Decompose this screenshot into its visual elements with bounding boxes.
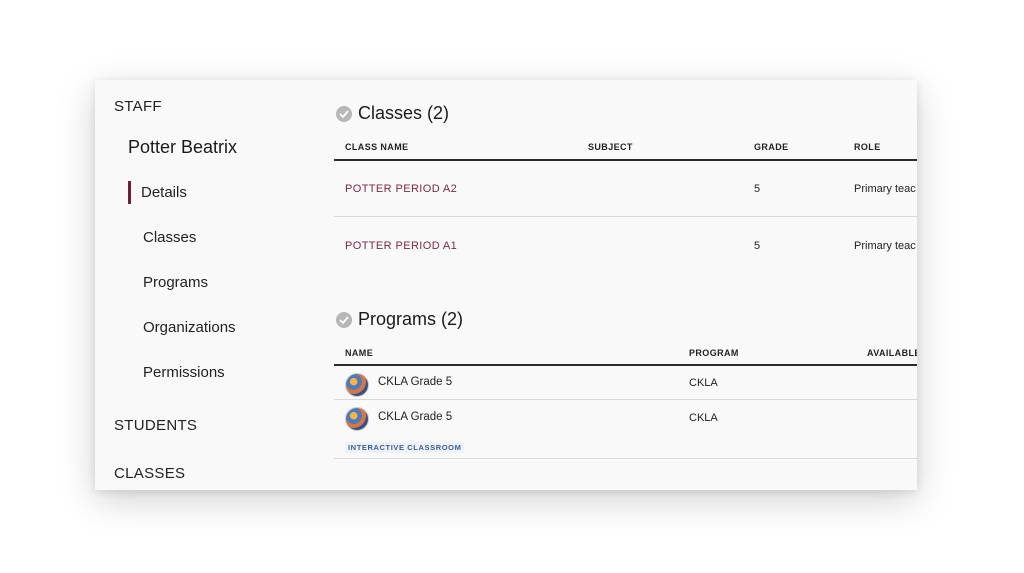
active-indicator [128, 181, 131, 204]
sidebar-section-classes[interactable]: CLASSES [114, 465, 185, 482]
sidebar-item-programs[interactable]: Programs [143, 274, 208, 291]
row-divider [334, 458, 917, 459]
class-role: Primary teac [854, 183, 916, 195]
sidebar-item-permissions[interactable]: Permissions [143, 364, 225, 381]
program-avatar [345, 407, 369, 431]
program-type: CKLA [689, 377, 718, 389]
row-divider [334, 216, 917, 217]
check-circle-icon [336, 105, 352, 122]
sidebar-item-classes[interactable]: Classes [143, 229, 196, 246]
row-divider [334, 399, 917, 400]
sidebar-item-organizations[interactable]: Organizations [143, 319, 236, 336]
main-content: Classes (2) CLASS NAME SUBJECT GRADE ROL… [334, 80, 917, 490]
staff-member-name: Potter Beatrix [128, 137, 238, 157]
column-header-name[interactable]: NAME [345, 348, 373, 358]
programs-section-title: Programs (2) [336, 309, 463, 330]
check-circle-icon [336, 311, 352, 328]
sidebar-item-details[interactable]: Details [141, 184, 187, 201]
column-header-program[interactable]: PROGRAM [689, 348, 739, 358]
app-window: STAFF Potter Beatrix Details Classes Pro… [95, 80, 917, 490]
class-name-link[interactable]: POTTER PERIOD A2 [345, 183, 457, 195]
class-grade: 5 [754, 183, 761, 195]
column-header-subject[interactable]: SUBJECT [588, 142, 633, 152]
program-type: CKLA [689, 412, 718, 424]
program-name[interactable]: CKLA Grade 5 [378, 411, 452, 423]
column-header-grade[interactable]: GRADE [754, 142, 789, 152]
column-header-role[interactable]: ROLE [854, 142, 881, 152]
program-name[interactable]: CKLA Grade 5 [378, 376, 452, 388]
programs-header-divider [334, 364, 917, 366]
sidebar-section-staff[interactable]: STAFF [114, 98, 162, 115]
column-header-available[interactable]: AVAILABLE [867, 348, 917, 358]
sidebar-section-students[interactable]: STUDENTS [114, 417, 197, 434]
sidebar: STAFF Potter Beatrix Details Classes Pro… [95, 80, 325, 490]
column-header-class-name[interactable]: CLASS NAME [345, 142, 409, 152]
class-role: Primary teac [854, 240, 916, 252]
classes-title-text: Classes (2) [358, 103, 450, 123]
class-name-link[interactable]: POTTER PERIOD A1 [345, 240, 457, 252]
classes-section-title: Classes (2) [336, 103, 449, 124]
program-avatar [345, 373, 369, 397]
programs-title-text: Programs (2) [358, 309, 464, 329]
interactive-classroom-badge: INTERACTIVE CLASSROOM [345, 442, 465, 453]
stage: STAFF Potter Beatrix Details Classes Pro… [0, 0, 1024, 573]
class-grade: 5 [754, 240, 761, 252]
classes-header-divider [334, 159, 917, 161]
